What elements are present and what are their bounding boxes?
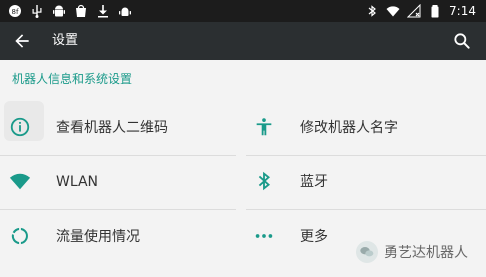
notification-badge-icon: 8f — [8, 4, 22, 18]
wechat-icon — [356, 241, 378, 263]
usb-icon — [30, 4, 44, 18]
data-usage-icon — [8, 224, 32, 248]
section-header: 机器人信息和系统设置 — [12, 72, 133, 86]
signal-off-icon — [407, 4, 421, 18]
wifi-icon — [386, 4, 400, 18]
status-bar-notifications: 8f — [8, 3, 132, 19]
app-toolbar: 设置 — [0, 22, 486, 60]
divider — [0, 155, 236, 156]
android-debug-icon — [118, 4, 132, 18]
watermark-text: 勇艺达机器人 — [384, 245, 468, 261]
more-horizontal-icon — [252, 224, 276, 248]
info-icon — [8, 115, 32, 139]
arrow-left-icon[interactable] — [10, 29, 34, 53]
page-title: 设置 — [52, 33, 79, 48]
status-bar-system: 7:14 — [365, 3, 476, 19]
setting-label: 修改机器人名字 — [300, 120, 398, 136]
setting-label: 更多 — [300, 229, 328, 245]
battery-icon — [428, 4, 442, 18]
search-icon[interactable] — [450, 29, 474, 53]
setting-tile-rename-robot[interactable]: 修改机器人名字 — [252, 103, 482, 153]
setting-label: 查看机器人二维码 — [56, 120, 168, 136]
divider — [246, 155, 486, 156]
divider — [0, 209, 236, 210]
setting-label: 流量使用情况 — [56, 229, 140, 245]
android-icon — [52, 4, 66, 18]
setting-tile-data-usage[interactable]: 流量使用情况 — [8, 212, 236, 262]
clock-time: 7:14 — [449, 4, 476, 18]
setting-tile-robot-qr-code[interactable]: 查看机器人二维码 — [4, 101, 236, 153]
setting-label: 蓝牙 — [300, 174, 328, 190]
watermark: 勇艺达机器人 — [356, 241, 468, 263]
bluetooth-icon — [365, 4, 379, 18]
setting-tile-bluetooth[interactable]: 蓝牙 — [252, 157, 482, 207]
setting-tile-wlan[interactable]: WLAN — [8, 157, 236, 207]
store-icon — [74, 4, 88, 18]
accessibility-icon — [252, 115, 276, 139]
download-icon — [96, 4, 110, 18]
divider — [246, 209, 486, 210]
bluetooth-icon — [252, 169, 276, 193]
wifi-icon — [8, 169, 32, 193]
svg-text:8f: 8f — [12, 8, 19, 16]
status-bar: 8f 7:14 — [0, 0, 486, 22]
setting-label: WLAN — [56, 174, 99, 190]
